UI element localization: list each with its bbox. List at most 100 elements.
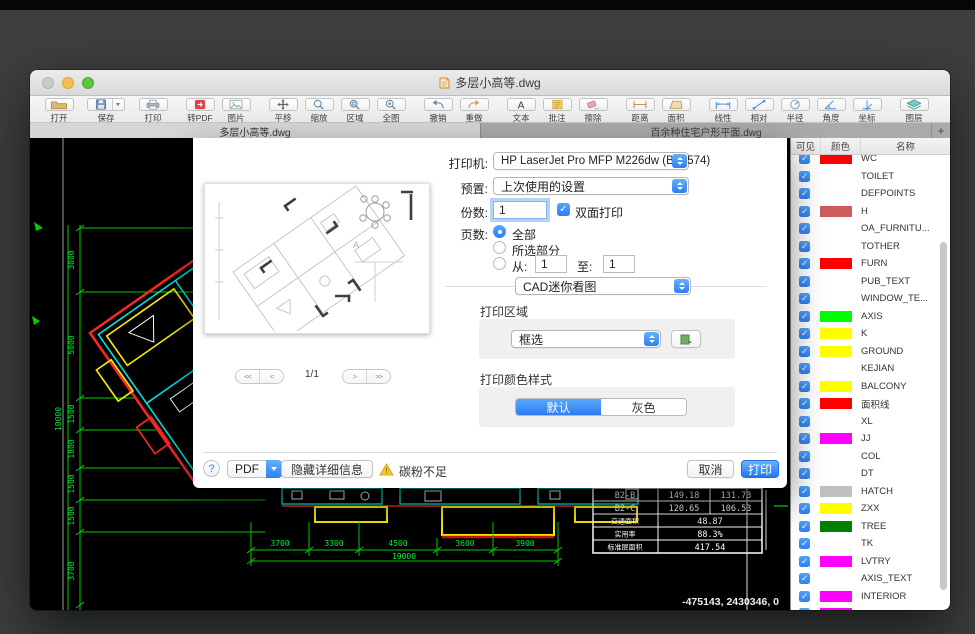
layer-color-swatch[interactable]	[820, 241, 852, 252]
toolbar-note-button[interactable]: 批注	[540, 98, 574, 124]
layer-color-swatch[interactable]	[820, 311, 852, 322]
toolbar-radius-button[interactable]: 半径	[778, 98, 812, 124]
layer-row[interactable]: ✓FURN	[791, 255, 950, 273]
pages-all-radio[interactable]	[493, 225, 506, 238]
layer-row[interactable]: ✓XL	[791, 413, 950, 431]
layer-row[interactable]: ✓LVTRY	[791, 553, 950, 571]
chevron-down-icon[interactable]	[112, 99, 122, 110]
layer-color-swatch[interactable]	[820, 608, 852, 610]
print-button[interactable]: 打印	[741, 460, 779, 478]
help-button[interactable]: ?	[203, 460, 220, 477]
layer-color-swatch[interactable]	[820, 206, 852, 217]
toolbar-layers-button[interactable]: 图层	[897, 98, 931, 124]
layer-color-swatch[interactable]	[820, 573, 852, 584]
layer-scrollbar[interactable]	[940, 242, 947, 590]
layer-color-swatch[interactable]	[820, 346, 852, 357]
layer-color-swatch[interactable]	[820, 293, 852, 304]
style-gray-segment[interactable]: 灰色	[601, 399, 686, 415]
layer-visible-checkbox[interactable]: ✓	[799, 346, 810, 357]
layer-visible-checkbox[interactable]: ✓	[799, 328, 810, 339]
layer-color-swatch[interactable]	[820, 556, 852, 567]
layer-row[interactable]: ✓GROUND	[791, 343, 950, 361]
toolbar-image-button[interactable]: 图片	[219, 98, 253, 124]
layer-row[interactable]: ✓INTERIOR	[791, 588, 950, 606]
layer-row[interactable]: ✓TK	[791, 535, 950, 553]
layer-color-swatch[interactable]	[820, 468, 852, 479]
layer-row[interactable]: ✓OA_FURNITU...	[791, 220, 950, 238]
previous-page-button[interactable]: <	[259, 370, 283, 383]
printer-select[interactable]: HP LaserJet Pro MFP M226dw (BF2574)	[493, 152, 689, 170]
layer-row[interactable]: ✓DT	[791, 465, 950, 483]
layer-row[interactable]: ✓AXIS	[791, 308, 950, 326]
layer-visible-checkbox[interactable]: ✓	[799, 573, 810, 584]
toolbar-pdf-button[interactable]: 转PDF	[183, 98, 217, 124]
toolbar-redo-button[interactable]: 重做	[457, 98, 491, 124]
layer-row[interactable]: ✓面积线	[791, 395, 950, 413]
layer-color-swatch[interactable]	[820, 258, 852, 269]
layer-color-swatch[interactable]	[820, 486, 852, 497]
style-default-segment[interactable]: 默认	[516, 399, 601, 415]
layer-visible-checkbox[interactable]: ✓	[799, 556, 810, 567]
layer-color-swatch[interactable]	[820, 171, 852, 182]
layer-row[interactable]: ✓TOTHER	[791, 238, 950, 256]
last-page-button[interactable]: >>	[366, 370, 390, 383]
layer-row[interactable]: ✓AXIS_TEXT	[791, 570, 950, 588]
preset-select[interactable]: 上次使用的设置	[493, 177, 689, 195]
layer-color-swatch[interactable]	[820, 381, 852, 392]
layer-row[interactable]: ✓PUB_TEXT	[791, 273, 950, 291]
to-input[interactable]: 1	[603, 255, 635, 273]
layer-color-swatch[interactable]	[820, 416, 852, 427]
layer-visible-checkbox[interactable]: ✓	[799, 206, 810, 217]
toolbar-print-button[interactable]: 打印	[136, 98, 170, 124]
layer-row[interactable]: ✓TOILET	[791, 168, 950, 186]
new-tab-button[interactable]: +	[932, 123, 950, 139]
layer-visible-checkbox[interactable]: ✓	[799, 241, 810, 252]
layer-row[interactable]: ✓JJ	[791, 430, 950, 448]
toolbar-angle-button[interactable]: 角度	[814, 98, 848, 124]
layer-row[interactable]: ✓COL	[791, 448, 950, 466]
layer-color-swatch[interactable]	[820, 451, 852, 462]
toolbar-zoom-all-button[interactable]: 全图	[374, 98, 408, 124]
duplex-checkbox[interactable]: ✓	[557, 203, 570, 216]
layer-color-swatch[interactable]	[820, 276, 852, 287]
document-tab-2[interactable]: 百余种住宅户形平面.dwg	[481, 123, 932, 139]
layer-color-swatch[interactable]	[820, 538, 852, 549]
layer-color-swatch[interactable]	[820, 398, 852, 409]
layer-color-swatch[interactable]	[820, 521, 852, 532]
layer-visible-checkbox[interactable]: ✓	[799, 521, 810, 532]
layer-visible-checkbox[interactable]: ✓	[799, 363, 810, 374]
layer-color-swatch[interactable]	[820, 328, 852, 339]
layer-visible-checkbox[interactable]: ✓	[799, 223, 810, 234]
first-page-button[interactable]: <<	[236, 370, 259, 383]
print-area-select[interactable]: 框选	[511, 330, 661, 348]
layer-visible-checkbox[interactable]: ✓	[799, 468, 810, 479]
toolbar-undo-button[interactable]: 撤销	[421, 98, 455, 124]
pages-selected-radio[interactable]	[493, 241, 506, 254]
layer-row[interactable]: ✓ZXX	[791, 500, 950, 518]
layer-visible-checkbox[interactable]: ✓	[799, 276, 810, 287]
layer-row[interactable]: ✓TREE	[791, 518, 950, 536]
layer-visible-checkbox[interactable]: ✓	[799, 538, 810, 549]
next-page-button[interactable]: >	[343, 370, 366, 383]
layer-visible-checkbox[interactable]: ✓	[799, 258, 810, 269]
layer-visible-checkbox[interactable]: ✓	[799, 311, 810, 322]
layer-row[interactable]: ✓HATCH	[791, 483, 950, 501]
layer-color-swatch[interactable]	[820, 223, 852, 234]
hide-details-button[interactable]: 隐藏详细信息	[281, 460, 373, 478]
pages-range-radio[interactable]	[493, 257, 506, 270]
toolbar-zoom-button[interactable]: 缩放	[302, 98, 336, 124]
layer-row[interactable]: ✓	[791, 605, 950, 610]
toolbar-pan-button[interactable]: 平移	[266, 98, 300, 124]
layer-row[interactable]: ✓KEJIAN	[791, 360, 950, 378]
toolbar-coordinate-button[interactable]: 坐标	[850, 98, 884, 124]
toolbar-zoom-region-button[interactable]: 区域	[338, 98, 372, 124]
document-tab-1[interactable]: 多层小高等.dwg	[30, 123, 481, 139]
layer-visible-checkbox[interactable]: ✓	[799, 608, 810, 610]
layer-row[interactable]: ✓WINDOW_TE...	[791, 290, 950, 308]
layer-visible-checkbox[interactable]: ✓	[799, 381, 810, 392]
layer-color-swatch[interactable]	[820, 188, 852, 199]
layer-visible-checkbox[interactable]: ✓	[799, 433, 810, 444]
toolbar-erase-button[interactable]: 擦除	[576, 98, 610, 124]
layer-row[interactable]: ✓H	[791, 203, 950, 221]
layer-visible-checkbox[interactable]: ✓	[799, 188, 810, 199]
